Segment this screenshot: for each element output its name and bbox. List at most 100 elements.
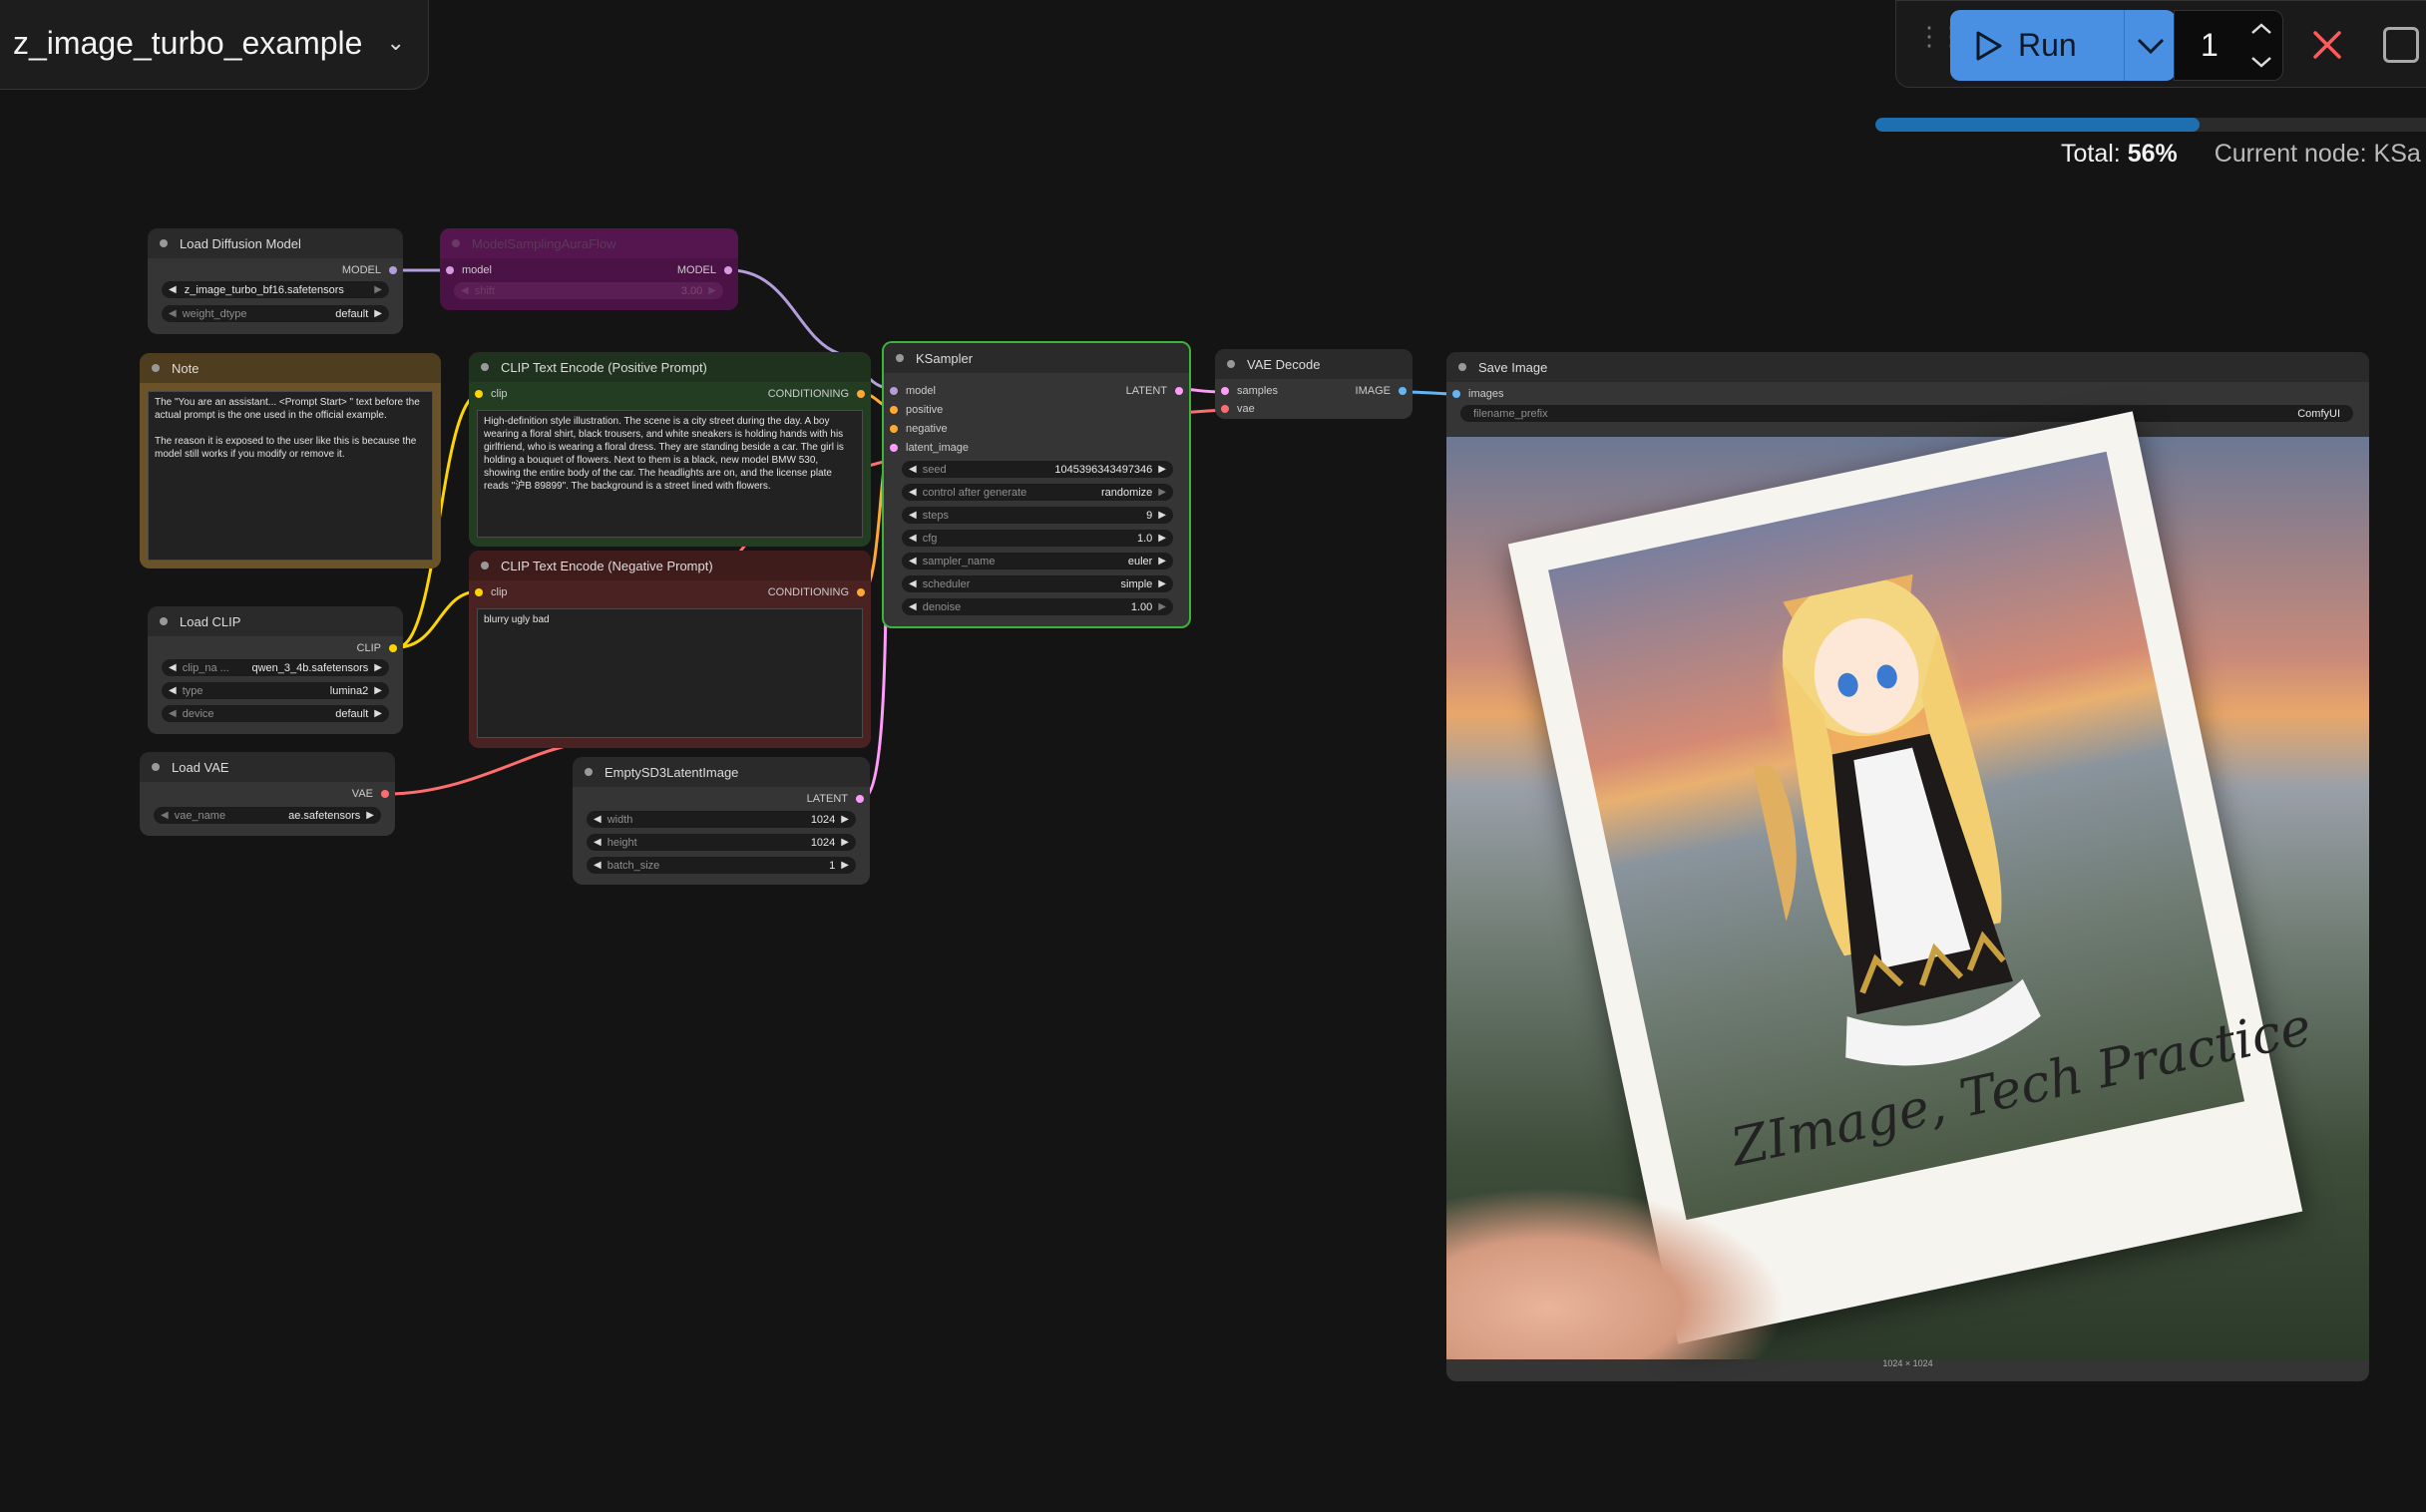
collapse-dot-icon[interactable] — [152, 364, 160, 372]
collapse-dot-icon[interactable] — [160, 239, 168, 247]
prompt-text-negative[interactable]: blurry ugly bad — [477, 608, 863, 738]
arrow-left-icon[interactable]: ◀ — [909, 556, 917, 567]
widget-unet-name[interactable]: ◀ z_image_turbo_bf16.safetensors ▶ — [162, 281, 389, 298]
arrow-left-icon[interactable]: ◀ — [161, 810, 169, 821]
arrow-left-icon[interactable]: ◀ — [594, 814, 602, 825]
arrow-left-icon[interactable]: ◀ — [594, 837, 602, 848]
widget-filename-prefix[interactable]: filename_prefix ComfyUI — [1460, 405, 2353, 422]
pin-icon[interactable] — [1175, 387, 1183, 395]
arrow-right-icon[interactable]: ▶ — [1158, 533, 1166, 544]
arrow-right-icon[interactable]: ▶ — [374, 662, 382, 673]
pin-icon[interactable] — [724, 266, 732, 274]
widget-steps[interactable]: ◀ steps 9 ▶ — [902, 507, 1173, 524]
input-images[interactable]: images — [1452, 388, 1503, 400]
output-conditioning[interactable]: CONDITIONING — [768, 586, 865, 598]
pin-icon[interactable] — [856, 795, 864, 803]
pin-icon[interactable] — [446, 266, 454, 274]
pin-icon[interactable] — [381, 790, 389, 798]
arrow-left-icon[interactable]: ◀ — [169, 284, 177, 295]
arrow-right-icon[interactable]: ▶ — [708, 285, 716, 296]
widget-cfg[interactable]: ◀ cfg 1.0 ▶ — [902, 530, 1173, 547]
pin-icon[interactable] — [475, 588, 483, 596]
widget-type[interactable]: ◀ type lumina2 ▶ — [162, 682, 389, 699]
pin-icon[interactable] — [890, 425, 898, 433]
widget-width[interactable]: ◀ width 1024 ▶ — [587, 811, 856, 828]
input-latent-image[interactable]: latent_image — [890, 442, 969, 454]
output-clip[interactable]: CLIP — [357, 642, 397, 654]
pin-icon[interactable] — [890, 387, 898, 395]
arrow-left-icon[interactable]: ◀ — [169, 662, 177, 673]
arrow-right-icon[interactable]: ▶ — [841, 837, 849, 848]
collapse-dot-icon[interactable] — [452, 239, 460, 247]
input-vae[interactable]: vae — [1221, 403, 1255, 415]
widget-height[interactable]: ◀ height 1024 ▶ — [587, 834, 856, 851]
output-image[interactable]: IMAGE — [1356, 385, 1407, 397]
widget-vae-name[interactable]: ◀ vae_name ae.safetensors ▶ — [154, 807, 381, 824]
pin-icon[interactable] — [1221, 405, 1229, 413]
widget-seed[interactable]: ◀ seed 1045396343497346 ▶ — [902, 461, 1173, 478]
arrow-left-icon[interactable]: ◀ — [594, 860, 602, 871]
node-load-vae[interactable]: Load VAE VAE ◀ vae_name ae.safetensors ▶ — [140, 752, 395, 836]
pin-icon[interactable] — [857, 588, 865, 596]
pin-icon[interactable] — [857, 390, 865, 398]
pin-icon[interactable] — [1452, 390, 1460, 398]
arrow-right-icon[interactable]: ▶ — [374, 685, 382, 696]
collapse-dot-icon[interactable] — [1458, 363, 1466, 371]
pin-icon[interactable] — [1221, 387, 1229, 395]
arrow-right-icon[interactable]: ▶ — [1158, 487, 1166, 498]
pin-icon[interactable] — [890, 444, 898, 452]
output-model[interactable]: MODEL — [677, 264, 732, 276]
pin-icon[interactable] — [389, 266, 397, 274]
arrow-left-icon[interactable]: ◀ — [909, 510, 917, 521]
arrow-right-icon[interactable]: ▶ — [841, 860, 849, 871]
pin-icon[interactable] — [890, 406, 898, 414]
widget-control-after-generate[interactable]: ◀ control after generate randomize ▶ — [902, 484, 1173, 501]
output-latent[interactable]: LATENT — [807, 793, 864, 805]
widget-weight-dtype[interactable]: ◀ weight_dtype default ▶ — [162, 305, 389, 322]
arrow-right-icon[interactable]: ▶ — [1158, 510, 1166, 521]
arrow-right-icon[interactable]: ▶ — [374, 308, 382, 319]
arrow-right-icon[interactable]: ▶ — [1158, 578, 1166, 589]
arrow-left-icon[interactable]: ◀ — [909, 487, 917, 498]
node-vae-decode[interactable]: VAE Decode samples IMAGE vae — [1215, 349, 1413, 419]
note-text[interactable]: The "You are an assistant... <Prompt Sta… — [148, 391, 433, 561]
node-clip-negative[interactable]: CLIP Text Encode (Negative Prompt) clip … — [469, 551, 871, 748]
collapse-dot-icon[interactable] — [1227, 360, 1235, 368]
arrow-left-icon[interactable]: ◀ — [909, 533, 917, 544]
prompt-text-positive[interactable]: High-definition style illustration. The … — [477, 410, 863, 538]
collapse-dot-icon[interactable] — [160, 617, 168, 625]
widget-batch-size[interactable]: ◀ batch_size 1 ▶ — [587, 857, 856, 874]
input-model[interactable]: model — [446, 264, 492, 276]
pin-icon[interactable] — [475, 390, 483, 398]
arrow-right-icon[interactable]: ▶ — [1158, 601, 1166, 612]
widget-denoise[interactable]: ◀ denoise 1.00 ▶ — [902, 598, 1173, 615]
input-clip[interactable]: clip — [475, 388, 508, 400]
arrow-left-icon[interactable]: ◀ — [169, 308, 177, 319]
collapse-dot-icon[interactable] — [481, 562, 489, 569]
widget-sampler-name[interactable]: ◀ sampler_name euler ▶ — [902, 553, 1173, 569]
input-negative[interactable]: negative — [890, 423, 948, 435]
output-conditioning[interactable]: CONDITIONING — [768, 388, 865, 400]
input-samples[interactable]: samples — [1221, 385, 1278, 397]
arrow-left-icon[interactable]: ◀ — [909, 601, 917, 612]
widget-clip-name[interactable]: ◀ clip_na ... qwen_3_4b.safetensors ▶ — [162, 659, 389, 676]
input-positive[interactable]: positive — [890, 404, 943, 416]
arrow-right-icon[interactable]: ▶ — [841, 814, 849, 825]
output-model[interactable]: MODEL — [342, 264, 397, 276]
arrow-right-icon[interactable]: ▶ — [1158, 464, 1166, 475]
arrow-left-icon[interactable]: ◀ — [169, 708, 177, 719]
widget-scheduler[interactable]: ◀ scheduler simple ▶ — [902, 575, 1173, 592]
collapse-dot-icon[interactable] — [585, 768, 593, 776]
output-latent[interactable]: LATENT — [1126, 385, 1183, 397]
arrow-right-icon[interactable]: ▶ — [1158, 556, 1166, 567]
widget-device[interactable]: ◀ device default ▶ — [162, 705, 389, 722]
arrow-left-icon[interactable]: ◀ — [461, 285, 469, 296]
collapse-dot-icon[interactable] — [152, 763, 160, 771]
arrow-right-icon[interactable]: ▶ — [374, 708, 382, 719]
pin-icon[interactable] — [389, 644, 397, 652]
node-load-diffusion-model[interactable]: Load Diffusion Model MODEL ◀ z_image_turb… — [148, 228, 403, 334]
arrow-left-icon[interactable]: ◀ — [909, 464, 917, 475]
node-model-sampling-auraflow[interactable]: ModelSamplingAuraFlow model MODEL ◀ shift… — [440, 228, 738, 310]
node-ksampler[interactable]: KSampler model LATENT positive negative … — [882, 341, 1191, 628]
node-load-clip[interactable]: Load CLIP CLIP ◀ clip_na ... qwen_3_4b.saf… — [148, 606, 403, 734]
